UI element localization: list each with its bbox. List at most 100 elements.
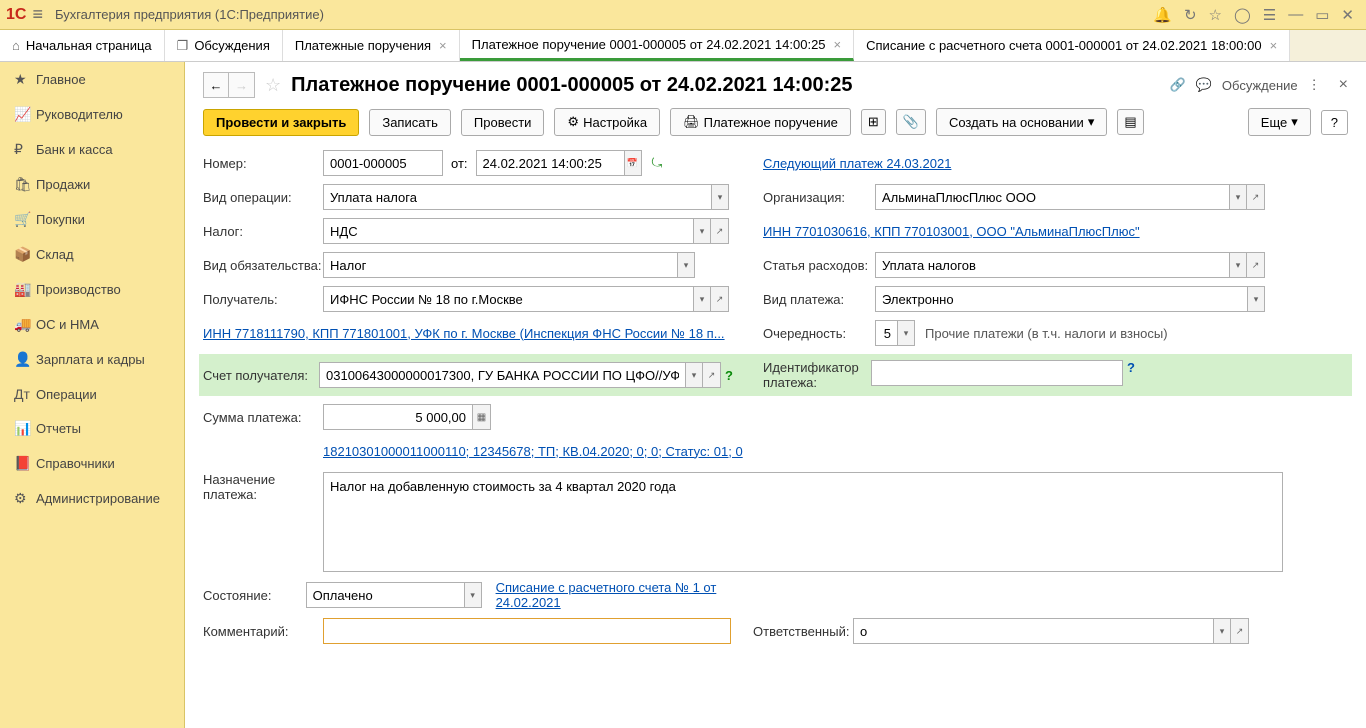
open-icon[interactable]: ↗ — [703, 362, 721, 388]
chevron-down-icon[interactable]: ▾ — [693, 218, 711, 244]
org-field[interactable] — [875, 184, 1229, 210]
write-button[interactable]: Записать — [369, 109, 451, 136]
kbk-link[interactable]: 18210301000011000110; 12345678; ТП; КВ.0… — [323, 444, 743, 459]
sidebar-item-manager[interactable]: 📈Руководителю — [0, 97, 184, 132]
bars-icon: 📊 — [14, 420, 36, 437]
discussion-icon[interactable]: 💬 — [1196, 77, 1212, 93]
chevron-down-icon[interactable]: ▾ — [897, 320, 915, 346]
next-payment-link[interactable]: Следующий платеж 24.03.2021 — [763, 156, 951, 171]
menu-dots-icon[interactable]: ⋮ — [1308, 77, 1321, 93]
sidebar-item-refs[interactable]: 📕Справочники — [0, 446, 184, 481]
open-icon[interactable]: ↗ — [1247, 184, 1265, 210]
amount-field[interactable] — [323, 404, 473, 430]
sidebar-item-warehouse[interactable]: 📦Склад — [0, 237, 184, 272]
nav-forward-button[interactable]: → — [229, 72, 255, 98]
create-based-button[interactable]: Создать на основании ▾ — [936, 108, 1107, 136]
chevron-down-icon[interactable]: ▾ — [711, 184, 729, 210]
close-window-icon[interactable]: ✕ — [1341, 6, 1354, 24]
date-field[interactable] — [476, 150, 624, 176]
print-button[interactable]: 🖨Платежное поручение — [670, 108, 851, 136]
recipient-acc-field[interactable] — [319, 362, 685, 388]
menu-icon[interactable]: ≡ — [32, 4, 43, 25]
optype-field[interactable] — [323, 184, 711, 210]
chevron-down-icon[interactable]: ▾ — [1229, 184, 1247, 210]
close-icon[interactable]: × — [834, 37, 842, 52]
sidebar-item-purchases[interactable]: 🛒Покупки — [0, 202, 184, 237]
help-icon[interactable]: ? — [725, 368, 733, 383]
writeoff-link[interactable]: Списание с расчетного счета № 1 от 24.02… — [496, 580, 743, 610]
expitem-field[interactable] — [875, 252, 1229, 278]
attach-button[interactable]: 📎 — [896, 109, 926, 135]
discussion-label[interactable]: Обсуждение — [1222, 78, 1298, 93]
chevron-down-icon: ▾ — [1291, 114, 1298, 130]
chevron-down-icon[interactable]: ▾ — [1213, 618, 1231, 644]
tab-payments-list[interactable]: Платежные поручения× — [283, 30, 460, 61]
tab-home[interactable]: ⌂Начальная страница — [0, 30, 165, 61]
chevron-down-icon[interactable]: ▾ — [1247, 286, 1265, 312]
star-icon[interactable]: ☆ — [1209, 6, 1222, 24]
tab-writeoff[interactable]: Списание с расчетного счета 0001-000001 … — [854, 30, 1290, 61]
sidebar-item-admin[interactable]: ⚙Администрирование — [0, 481, 184, 516]
circle-icon[interactable]: ◯ — [1234, 6, 1251, 24]
open-icon[interactable]: ↗ — [1247, 252, 1265, 278]
link-icon[interactable]: 🔗 — [1170, 77, 1186, 93]
tab-discussions[interactable]: ❐Обсуждения — [165, 30, 283, 61]
sidebar-item-production[interactable]: 🏭Производство — [0, 272, 184, 307]
more-button[interactable]: Еще ▾ — [1248, 108, 1311, 136]
inn-org-link[interactable]: ИНН 7701030616, КПП 770103001, ООО "Альм… — [763, 224, 1140, 239]
sidebar-item-bank[interactable]: ₽Банк и касса — [0, 132, 184, 167]
nav-back-button[interactable]: ← — [203, 72, 229, 98]
sidebar-item-salary[interactable]: 👤Зарплата и кадры — [0, 342, 184, 377]
chevron-down-icon[interactable]: ▾ — [685, 362, 703, 388]
responsible-field[interactable] — [853, 618, 1213, 644]
recipient-inn-link[interactable]: ИНН 7718111790, КПП 771801001, УФК по г.… — [203, 326, 725, 341]
chevron-down-icon[interactable]: ▾ — [677, 252, 695, 278]
close-icon[interactable]: × — [439, 38, 447, 53]
open-icon[interactable]: ↗ — [711, 286, 729, 312]
gear-icon: ⚙ — [567, 114, 579, 130]
list-button[interactable]: ▤ — [1117, 109, 1143, 135]
post-and-close-button[interactable]: Провести и закрыть — [203, 109, 359, 136]
tax-field[interactable] — [323, 218, 693, 244]
chevron-down-icon[interactable]: ▾ — [693, 286, 711, 312]
sidebar-item-os[interactable]: 🚚ОС и НМА — [0, 307, 184, 342]
calendar-icon[interactable]: 📅 — [624, 150, 642, 176]
obltype-field[interactable] — [323, 252, 677, 278]
close-icon[interactable]: × — [1270, 38, 1278, 53]
structure-button[interactable]: ⊞ — [861, 109, 886, 135]
comment-field[interactable] — [323, 618, 731, 644]
open-icon[interactable]: ↗ — [711, 218, 729, 244]
sidebar-item-reports[interactable]: 📊Отчеты — [0, 411, 184, 446]
bell-icon[interactable]: 🔔 — [1153, 6, 1172, 24]
history-icon[interactable]: ↻ — [1184, 6, 1197, 24]
minimize-icon[interactable]: — — [1288, 6, 1303, 23]
tab-payment-doc[interactable]: Платежное поручение 0001-000005 от 24.02… — [460, 30, 854, 61]
state-field[interactable] — [306, 582, 464, 608]
payid-field[interactable] — [871, 360, 1123, 386]
favorite-star-icon[interactable]: ☆ — [265, 75, 281, 96]
post-button[interactable]: Провести — [461, 109, 545, 136]
purpose-field[interactable]: Налог на добавленную стоимость за 4 квар… — [323, 472, 1283, 572]
help-icon[interactable]: ? — [1127, 360, 1135, 375]
label-responsible: Ответственный: — [753, 624, 853, 639]
close-document-icon[interactable]: × — [1339, 76, 1348, 94]
bag-icon: 🛍 — [14, 176, 36, 193]
number-field[interactable] — [323, 150, 443, 176]
paytype-field[interactable] — [875, 286, 1247, 312]
sidebar-item-operations[interactable]: ДтОперации — [0, 377, 184, 411]
chevron-down-icon[interactable]: ▾ — [1229, 252, 1247, 278]
open-icon[interactable]: ↗ — [1231, 618, 1249, 644]
chevron-down-icon[interactable]: ▾ — [464, 582, 482, 608]
settings-button[interactable]: ⚙Настройка — [554, 108, 660, 136]
recipient-field[interactable] — [323, 286, 693, 312]
priority-field[interactable] — [875, 320, 897, 346]
sidebar-item-sales[interactable]: 🛍Продажи — [0, 167, 184, 202]
calculator-icon[interactable]: ▦ — [473, 404, 491, 430]
filter-icon[interactable]: ☰ — [1263, 6, 1276, 24]
help-button[interactable]: ? — [1321, 110, 1348, 135]
factory-icon: 🏭 — [14, 281, 36, 298]
label-purpose: Назначениеплатежа: — [203, 472, 323, 502]
sidebar-item-main[interactable]: ★Главное — [0, 62, 184, 97]
maximize-icon[interactable]: ▭ — [1315, 6, 1329, 24]
repeat-icon[interactable]: ⤿ — [652, 155, 663, 171]
